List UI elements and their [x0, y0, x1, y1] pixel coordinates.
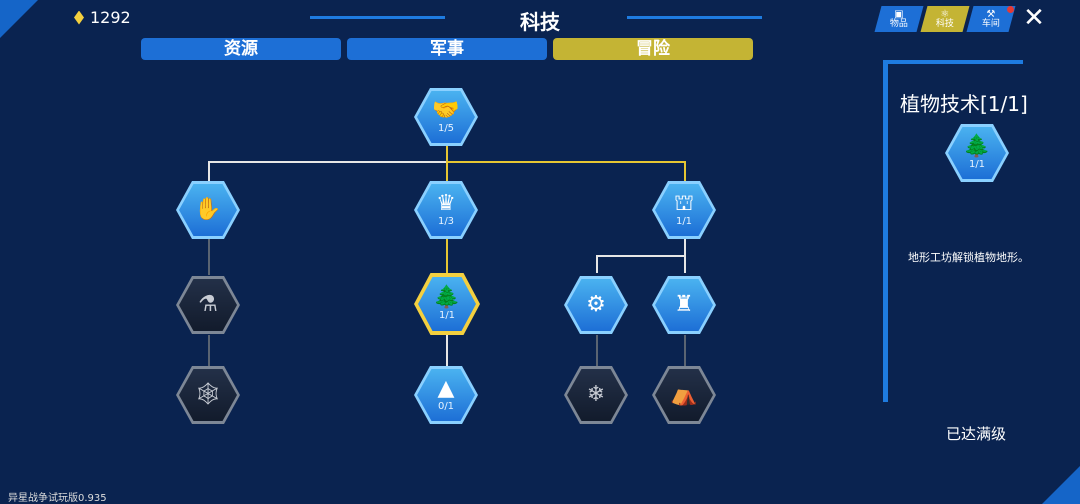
tower-expand-icon: ⛫: [673, 191, 695, 216]
castle-tower-icon: ♜: [674, 291, 694, 317]
crown-icon: ♛: [436, 191, 456, 216]
backpack-icon: ▣: [894, 8, 904, 20]
tree-icon: 🌲: [433, 285, 461, 310]
connector: [446, 239, 448, 273]
hand-icon: ✋: [194, 196, 222, 222]
detail-panel-title: 植物技术[1/1]: [900, 92, 1028, 116]
tab-resources[interactable]: 资源: [141, 38, 341, 60]
detail-panel-border: [883, 60, 888, 402]
detail-panel-border: [883, 60, 1023, 64]
connector: [684, 335, 686, 366]
tech-node-hand[interactable]: ✋: [176, 181, 240, 239]
connector: [208, 161, 448, 163]
connector: [684, 239, 686, 273]
currency-display: 1292: [74, 8, 131, 27]
tab-military[interactable]: 军事: [347, 38, 547, 60]
spiderweb-icon: 🕸: [194, 381, 222, 407]
title-divider-left: [310, 16, 445, 19]
connector: [446, 145, 448, 181]
corner-decoration-bottom-right: [1042, 466, 1080, 504]
connector: [208, 335, 210, 366]
title-divider-right: [627, 16, 762, 19]
snowflake-icon: ❄: [586, 381, 606, 407]
connector: [684, 161, 686, 181]
tech-node-wrench[interactable]: ⚙: [564, 276, 628, 334]
tech-node-diplomacy[interactable]: 🤝 1/5: [414, 88, 478, 146]
handshake-icon: 🤝: [432, 98, 460, 123]
detail-panel-description: 地形工坊解锁植物地形。: [908, 251, 1029, 264]
tech-node-flask[interactable]: ⚗: [176, 276, 240, 334]
tech-node-snowflake[interactable]: ❄: [564, 366, 628, 424]
tech-button[interactable]: ⚛ 科技: [920, 6, 970, 32]
connector: [208, 239, 210, 275]
connector: [208, 161, 210, 181]
currency-amount: 1292: [90, 8, 131, 27]
tools-icon: ⚒: [986, 8, 996, 20]
tab-adventure[interactable]: 冒险: [553, 38, 753, 60]
wrench-gear-icon: ⚙: [586, 291, 606, 317]
connector: [446, 161, 686, 163]
items-button[interactable]: ▣ 物品: [874, 6, 924, 32]
connector: [596, 255, 686, 257]
close-icon: ✕: [1023, 3, 1045, 33]
detail-panel-status: 已达满级: [946, 425, 1007, 443]
tech-node-crown[interactable]: ♛ 1/3: [414, 181, 478, 239]
page-title: 科技: [520, 10, 560, 34]
tech-node-tower-expand[interactable]: ⛫ 1/1: [652, 181, 716, 239]
connector: [596, 335, 598, 366]
flask-icon: ⚗: [198, 291, 218, 317]
connector: [446, 335, 448, 366]
version-label: 异星战争试玩版0.935: [8, 493, 107, 504]
notification-dot: [1007, 6, 1014, 13]
atom-icon: ⚛: [940, 8, 950, 20]
tent-icon: ⛺: [670, 381, 698, 407]
diamond-icon: [74, 10, 84, 25]
corner-decoration-top-left: [0, 0, 38, 38]
tech-node-mountain[interactable]: ▲ 0/1: [414, 366, 478, 424]
tree-icon: 🌲: [963, 134, 991, 159]
mountain-icon: ▲: [437, 376, 455, 401]
connector: [596, 255, 598, 273]
close-button[interactable]: ✕: [1018, 4, 1050, 32]
tech-node-castle[interactable]: ♜: [652, 276, 716, 334]
tech-node-plant[interactable]: 🌲 1/1: [414, 273, 480, 335]
tech-node-tent[interactable]: ⛺: [652, 366, 716, 424]
detail-panel-icon: 🌲 1/1: [945, 124, 1009, 182]
tech-node-web[interactable]: 🕸: [176, 366, 240, 424]
